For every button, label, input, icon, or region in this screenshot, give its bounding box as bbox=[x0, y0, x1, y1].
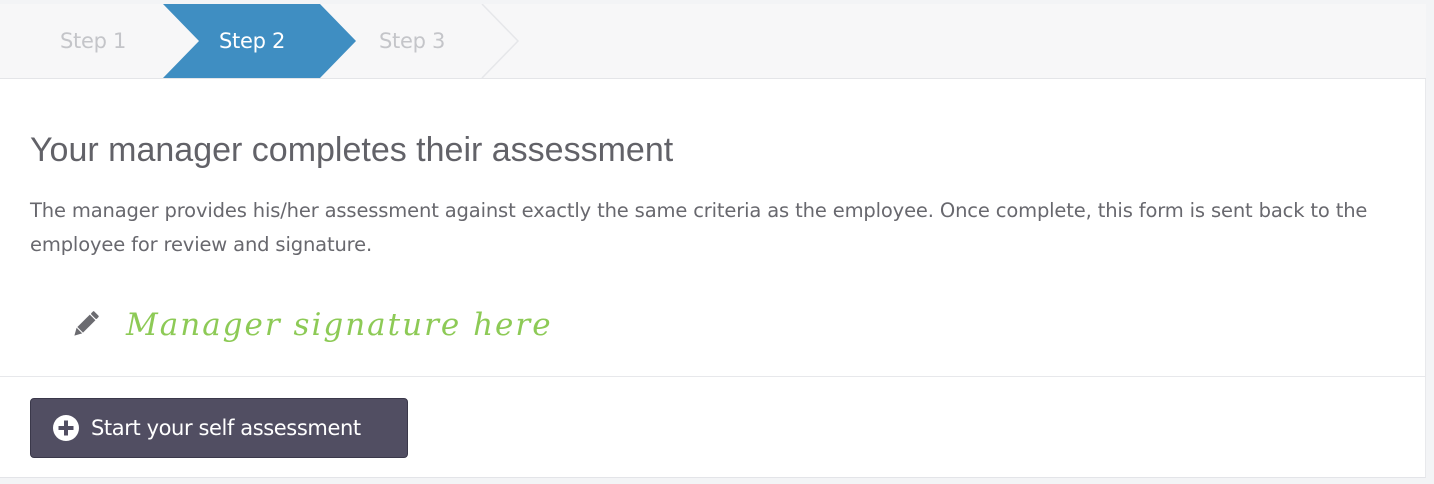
plus-circle-icon bbox=[53, 415, 79, 441]
assessment-card: Step 1 Step 2 Step 3 Your manager comple… bbox=[0, 4, 1426, 478]
step-progress-bar: Step 1 Step 2 Step 3 bbox=[0, 4, 1426, 79]
step-3[interactable]: Step 3 bbox=[379, 27, 445, 55]
step-1[interactable]: Step 1 bbox=[60, 27, 126, 55]
page-title: Your manager completes their assessment bbox=[30, 131, 674, 169]
step-2[interactable]: Step 2 bbox=[219, 27, 285, 55]
step-arrows bbox=[163, 4, 520, 78]
start-self-assessment-label: Start your self assessment bbox=[91, 416, 361, 440]
start-self-assessment-button[interactable]: Start your self assessment bbox=[30, 398, 408, 458]
step-3-arrow-outline bbox=[481, 4, 520, 78]
pencil-icon bbox=[74, 311, 99, 336]
manager-signature-placeholder: Manager signature here bbox=[126, 307, 553, 343]
manager-signature-field[interactable]: Manager signature here bbox=[68, 300, 553, 350]
step-description: The manager provides his/her assessment … bbox=[30, 199, 1368, 256]
section-divider bbox=[0, 376, 1426, 377]
